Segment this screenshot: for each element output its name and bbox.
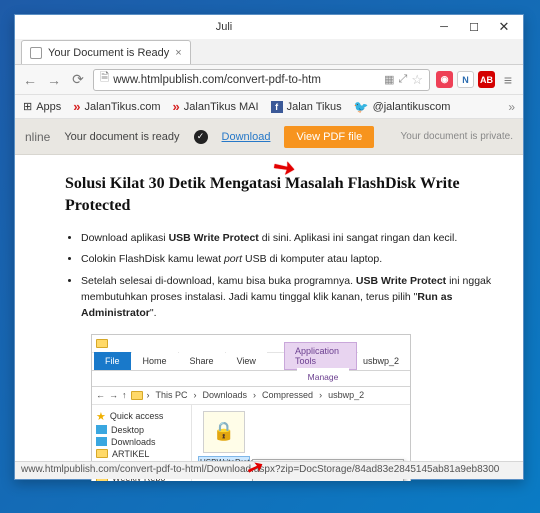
view-pdf-button[interactable]: View PDF file: [284, 126, 374, 148]
path-seg[interactable]: Compressed: [260, 390, 315, 400]
exe-icon: 🔒: [203, 411, 245, 453]
fb-icon: f: [271, 101, 283, 113]
star-icon: ★: [96, 410, 106, 423]
tree-artikel[interactable]: ARTIKEL: [94, 448, 189, 460]
ext-pocket-icon[interactable]: ◉: [436, 71, 453, 88]
address-bar: ← → ⟳ 🗎 www.htmlpublish.com/convert-pdf-…: [15, 65, 523, 95]
jt-icon: »: [173, 99, 180, 114]
favicon-icon: [30, 47, 42, 59]
path-seg[interactable]: ›: [147, 390, 150, 400]
jt-icon: »: [73, 99, 80, 114]
page-toolbar: nline Your document is ready ✓ Download …: [15, 119, 523, 155]
ribbon-manage[interactable]: Manage: [297, 368, 350, 386]
apps-icon: ⊞: [23, 100, 32, 113]
window-titlebar: Juli ─ ☐ ✕: [15, 15, 523, 39]
twitter-icon: 🐦: [354, 100, 369, 114]
nav-back-icon[interactable]: ←: [96, 390, 105, 400]
ext-abp-icon[interactable]: AB: [478, 71, 495, 88]
list-item: Download aplikasi USB Write Protect di s…: [81, 230, 495, 246]
list-item: Colokin FlashDisk kamu lewat port USB di…: [81, 251, 495, 267]
reload-button[interactable]: ⟳: [69, 71, 87, 88]
tab-strip: Your Document is Ready ×: [15, 39, 523, 65]
window-title: Juli: [19, 21, 429, 33]
path-seg[interactable]: Downloads: [201, 390, 250, 400]
back-button[interactable]: ←: [21, 72, 39, 88]
ribbon-home[interactable]: Home: [132, 352, 178, 370]
bookmark-jalantikus-mai[interactable]: »JalanTikus MAI: [173, 99, 259, 114]
folder-icon: [131, 391, 143, 400]
translate-icon[interactable]: ⤢: [399, 73, 408, 86]
ready-label: Your document is ready: [64, 131, 179, 143]
path-seg[interactable]: This PC: [154, 390, 190, 400]
article-list: Download aplikasi USB Write Protect di s…: [65, 230, 495, 321]
browser-window: Juli ─ ☐ ✕ Your Document is Ready × ← → …: [14, 14, 524, 480]
page-info-icon: 🗎: [100, 70, 109, 89]
bookmark-star-icon[interactable]: ☆: [411, 72, 423, 88]
forward-button[interactable]: →: [45, 72, 63, 88]
ribbon-app-tools[interactable]: Application Tools: [284, 342, 357, 370]
explorer-titlebar: [92, 335, 410, 353]
close-button[interactable]: ✕: [489, 17, 519, 37]
tab-close-icon[interactable]: ×: [175, 47, 181, 59]
bookmark-jalantikus-tw[interactable]: 🐦@jalantikuscom: [354, 100, 451, 114]
list-item: Setelah selesai di-download, kamu bisa b…: [81, 273, 495, 322]
download-link[interactable]: Download: [222, 131, 271, 143]
extensions: ◉ N AB ≡: [436, 71, 517, 88]
downloads-icon: [96, 437, 107, 446]
explorer-ribbon2: Manage: [92, 371, 410, 387]
private-label: Your document is private.: [401, 131, 513, 142]
path-seg[interactable]: usbwp_2: [326, 390, 366, 400]
ribbon-folder-name: usbwp_2: [358, 352, 410, 370]
tab-title: Your Document is Ready: [48, 47, 169, 59]
apps-button[interactable]: ⊞Apps: [23, 100, 61, 113]
explorer-ribbon: File Home Share View Application Tools u…: [92, 353, 410, 371]
desktop-icon: [96, 425, 107, 434]
url-input[interactable]: 🗎 www.htmlpublish.com/convert-pdf-to-htm…: [93, 69, 430, 91]
nav-fwd-icon[interactable]: →: [109, 390, 118, 400]
menu-icon[interactable]: ≡: [499, 72, 517, 88]
check-icon: ✓: [194, 130, 208, 144]
toolbar-left-text: nline: [25, 130, 50, 144]
page-content: Solusi Kilat 30 Detik Mengatasi Masalah …: [15, 155, 523, 481]
status-bar: www.htmlpublish.com/convert-pdf-to-html/…: [15, 461, 523, 479]
folder-icon: [96, 339, 108, 348]
maximize-button[interactable]: ☐: [459, 17, 489, 37]
tree-quick-access[interactable]: ★Quick access: [94, 409, 189, 424]
ribbon-view[interactable]: View: [226, 352, 267, 370]
bookmarks-overflow-icon[interactable]: »: [508, 100, 515, 114]
bookmarks-bar: ⊞Apps »JalanTikus.com »JalanTikus MAI fJ…: [15, 95, 523, 119]
minimize-button[interactable]: ─: [429, 17, 459, 37]
bookmark-jalantikus-com[interactable]: »JalanTikus.com: [73, 99, 160, 114]
url-text: www.htmlpublish.com/convert-pdf-to-htm: [113, 74, 321, 86]
nav-up-icon[interactable]: ↑: [122, 390, 127, 400]
folder-icon: [96, 449, 108, 458]
ribbon-file[interactable]: File: [94, 352, 131, 370]
browser-tab[interactable]: Your Document is Ready ×: [21, 40, 191, 64]
lock-icon: 🔒: [213, 421, 235, 442]
bookmark-jalantikus-fb[interactable]: fJalan Tikus: [271, 101, 342, 113]
tree-downloads[interactable]: Downloads: [94, 436, 189, 448]
file-item[interactable]: 🔒 USBWriteProtect.2.0.CJalanTikus.exe: [198, 411, 250, 469]
tree-desktop[interactable]: Desktop: [94, 424, 189, 436]
explorer-path[interactable]: ← → ↑ › This PC› Downloads› Compressed› …: [92, 387, 410, 405]
ext-n-icon[interactable]: N: [457, 71, 474, 88]
ribbon-share[interactable]: Share: [179, 352, 225, 370]
qr-icon[interactable]: ▦: [384, 73, 394, 86]
